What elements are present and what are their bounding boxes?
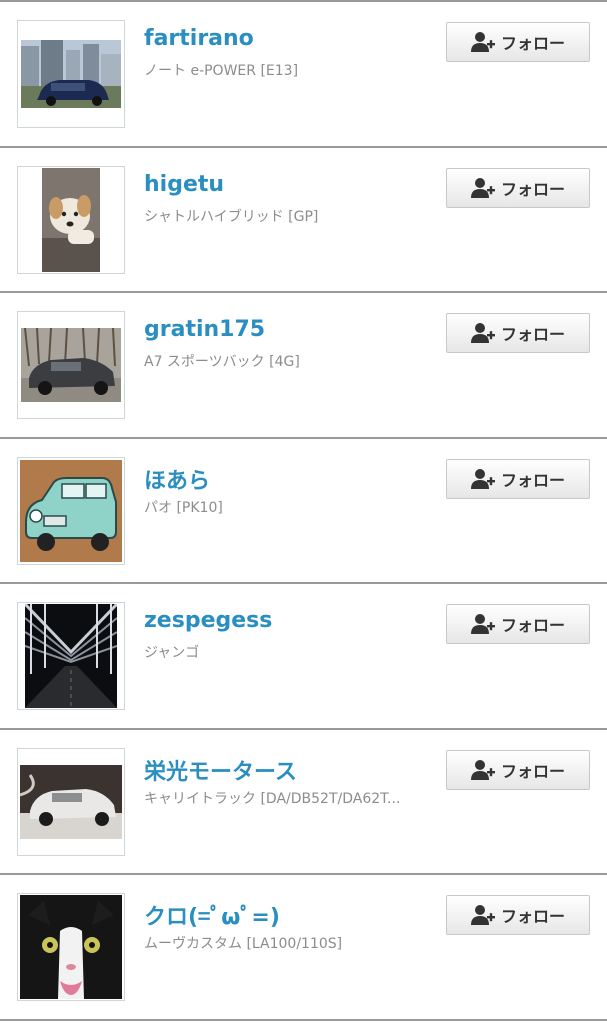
list-item[interactable]: クロ(=ﾟωﾟ=) ムーヴカスタム [LA100/110S] フォロー <box>0 875 607 1021</box>
car-model[interactable]: ノート e-POWER [E13] <box>144 60 298 80</box>
user-name[interactable]: gratin175 <box>144 317 265 342</box>
follow-button[interactable]: フォロー <box>446 458 590 499</box>
add-user-icon <box>470 759 495 780</box>
car-model[interactable]: ムーヴカスタム [LA100/110S] <box>144 933 342 953</box>
follow-button[interactable]: フォロー <box>446 167 590 208</box>
user-avatar[interactable] <box>17 165 125 274</box>
add-user-icon <box>470 614 495 634</box>
follow-label: フォロー <box>500 761 565 781</box>
user-list: fartirano ノート e-POWER [E13] フォロー higetu … <box>0 0 607 1024</box>
add-user-icon <box>470 468 495 489</box>
follow-button[interactable]: フォロー <box>446 749 590 790</box>
user-name[interactable]: 栄光モータース <box>144 754 297 786</box>
list-item[interactable]: ほあら パオ [PK10] フォロー <box>0 438 607 584</box>
follow-button[interactable]: フォロー <box>446 604 590 644</box>
list-item[interactable]: zespegess ジャンゴ フォロー <box>0 584 607 730</box>
follow-button[interactable]: フォロー <box>446 895 590 935</box>
user-name[interactable]: higetu <box>144 172 224 197</box>
list-item[interactable]: gratin175 A7 スポーツバック [4G] フォロー <box>0 293 607 439</box>
user-avatar[interactable] <box>17 893 125 1001</box>
car-model[interactable]: A7 スポーツバック [4G] <box>144 351 300 371</box>
list-item[interactable]: 栄光モータース キャリイトラック [DA/DB52T/DA62T... フォロー <box>0 729 607 875</box>
add-user-icon <box>470 323 495 343</box>
follow-label: フォロー <box>500 179 565 199</box>
user-name[interactable]: fartirano <box>144 26 254 51</box>
car-city-thumbnail <box>21 40 121 108</box>
add-user-icon <box>470 177 495 198</box>
car-model[interactable]: キャリイトラック [DA/DB52T/DA62T... <box>144 788 400 808</box>
sedan-thumbnail <box>21 328 121 402</box>
follow-label: フォロー <box>500 34 565 53</box>
add-user-icon <box>470 905 495 925</box>
follow-label: フォロー <box>500 907 565 926</box>
dog-thumbnail <box>42 167 100 272</box>
car-model[interactable]: シャトルハイブリッド [GP] <box>144 206 318 226</box>
follow-label: フォロー <box>500 470 565 490</box>
add-user-icon <box>470 32 495 52</box>
list-item[interactable]: fartirano ノート e-POWER [E13] フォロー <box>0 2 607 148</box>
list-item[interactable]: higetu シャトルハイブリッド [GP] フォロー <box>0 147 607 293</box>
follow-button[interactable]: フォロー <box>446 22 590 62</box>
user-avatar[interactable] <box>17 602 125 710</box>
follow-label: フォロー <box>500 325 565 344</box>
follow-button[interactable]: フォロー <box>446 313 590 353</box>
user-avatar[interactable] <box>17 456 125 565</box>
user-avatar[interactable] <box>17 20 125 128</box>
snow-car-thumbnail <box>20 764 122 839</box>
car-model[interactable]: パオ [PK10] <box>144 497 223 517</box>
user-name[interactable]: クロ(=ﾟωﾟ=) <box>144 899 280 931</box>
cat-thumbnail <box>20 895 122 999</box>
car-model[interactable]: ジャンゴ <box>144 642 199 662</box>
user-name[interactable]: zespegess <box>144 608 272 633</box>
follow-label: フォロー <box>500 616 565 635</box>
pao-illustration-thumbnail <box>20 459 122 562</box>
user-name[interactable]: ほあら <box>144 463 210 495</box>
bridge-thumbnail <box>25 604 117 708</box>
user-avatar[interactable] <box>17 747 125 856</box>
user-avatar[interactable] <box>17 311 125 419</box>
